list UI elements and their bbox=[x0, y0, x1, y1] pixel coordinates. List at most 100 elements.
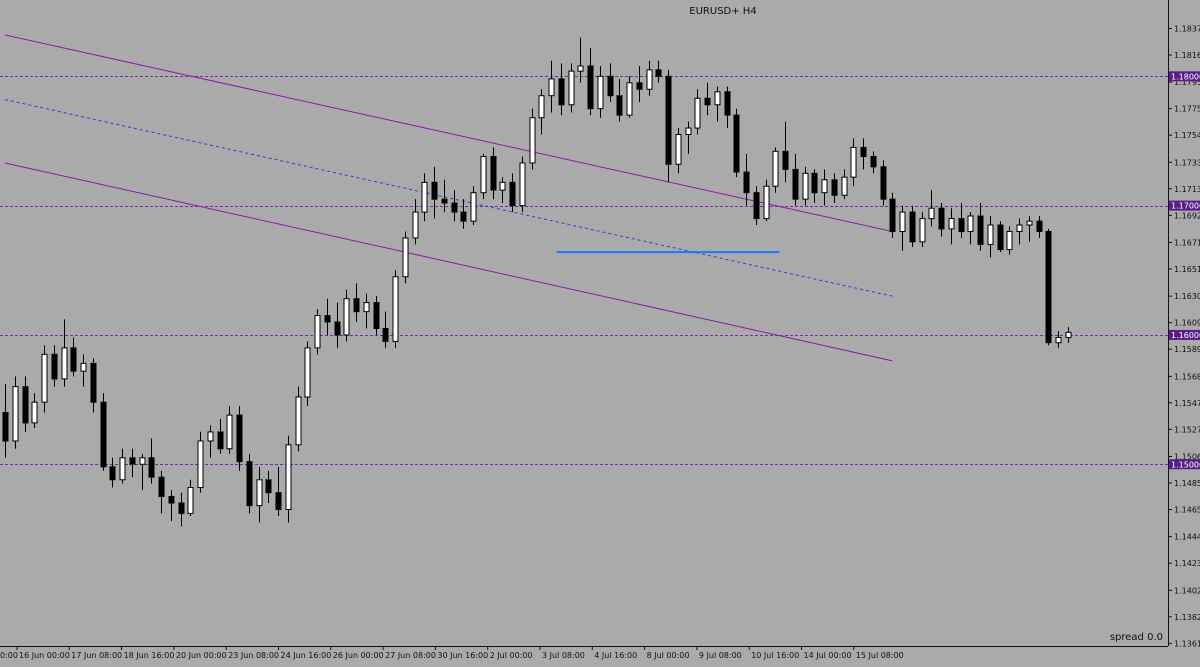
time-tick-label: 2 Jul 00:00 bbox=[490, 651, 533, 660]
candle-body-down bbox=[148, 457, 155, 478]
candle-body-down bbox=[665, 75, 672, 165]
candle-body-down bbox=[558, 78, 565, 106]
candle-body-down bbox=[636, 82, 643, 90]
price-tick-label: 1.14235 bbox=[1174, 559, 1200, 568]
price-tick-label: 1.17335 bbox=[1174, 158, 1200, 167]
candle-body-up bbox=[392, 276, 399, 342]
price-tick-label: 1.15680 bbox=[1174, 372, 1200, 381]
level-tag-label: 1.17000 bbox=[1171, 202, 1200, 211]
candle-body-up bbox=[948, 218, 955, 230]
candle-body-up bbox=[12, 386, 19, 442]
candle-body-down bbox=[324, 315, 331, 323]
price-tick-label: 1.17750 bbox=[1174, 105, 1200, 114]
candle-body-down bbox=[1045, 230, 1052, 344]
candle-body-up bbox=[402, 237, 409, 278]
time-tick-label: 27 Jun 08:00 bbox=[385, 651, 436, 660]
candle bbox=[568, 63, 575, 113]
candle-body-up bbox=[850, 146, 857, 178]
candle-body-down bbox=[451, 202, 458, 213]
time-tick-label: 8 Jul 00:00 bbox=[647, 651, 690, 660]
price-tick-label: 1.14650 bbox=[1174, 506, 1200, 515]
price-tick-label: 1.16300 bbox=[1174, 292, 1200, 301]
candle-body-up bbox=[499, 181, 506, 191]
candle-body-up bbox=[1006, 230, 1013, 251]
candle bbox=[889, 192, 896, 238]
candle bbox=[100, 393, 107, 471]
price-tick-label: 1.14855 bbox=[1174, 479, 1200, 488]
candle-body-up bbox=[841, 176, 848, 196]
candle-body-up bbox=[139, 457, 146, 465]
time-axis: 0:00 16 Jun 00:00 17 Jun 08:00 18 Jun 16:00… bbox=[0, 646, 904, 660]
candle-body-up bbox=[646, 69, 653, 90]
candle-body-up bbox=[899, 211, 906, 232]
candle-body-up bbox=[285, 444, 292, 511]
candle bbox=[997, 221, 1004, 253]
time-tick-label: 16 Jun 00:00 bbox=[19, 651, 70, 660]
time-tick-label: 9 Jul 08:00 bbox=[699, 651, 742, 660]
candle-body-down bbox=[733, 114, 740, 173]
candle-body-up bbox=[626, 82, 633, 116]
candle bbox=[41, 345, 48, 413]
level-tag-label: 1.16000 bbox=[1171, 331, 1200, 340]
candle-body-down bbox=[704, 97, 711, 106]
time-tick-label: 4 Jul 16:00 bbox=[594, 651, 637, 660]
time-tick-label: 17 Jun 08:00 bbox=[71, 651, 122, 660]
candle-body-down bbox=[938, 207, 945, 230]
price-tick-label: 1.13615 bbox=[1174, 639, 1200, 648]
candle-body-down bbox=[958, 218, 965, 232]
candle-body-down bbox=[246, 461, 253, 507]
price-tick-label: 1.17545 bbox=[1174, 131, 1200, 140]
candle-body-up bbox=[763, 185, 770, 220]
candle-body-up bbox=[1055, 337, 1062, 344]
time-tick-label: 0:00 bbox=[0, 651, 18, 660]
candle bbox=[402, 231, 409, 284]
price-tick-label: 1.13820 bbox=[1174, 613, 1200, 622]
time-tick-label: 10 Jul 16:00 bbox=[751, 651, 799, 660]
candle-body-down bbox=[109, 466, 116, 481]
price-tick-label: 1.16715 bbox=[1174, 238, 1200, 247]
time-tick-label: 24 Jun 16:00 bbox=[281, 651, 332, 660]
price-tick-label: 1.18165 bbox=[1174, 51, 1200, 60]
chart-area[interactable]: 1.183701.181651.179551.177501.175451.173… bbox=[0, 0, 1200, 663]
price-tick-label: 1.14025 bbox=[1174, 586, 1200, 595]
candle-body-up bbox=[363, 302, 370, 313]
time-tick-label: 15 Jul 08:00 bbox=[856, 651, 904, 660]
candle-body-down bbox=[880, 166, 887, 200]
candle bbox=[626, 76, 633, 118]
chart-title: EURUSD+ H4 bbox=[689, 6, 756, 17]
level-tag-label: 1.18000 bbox=[1171, 72, 1200, 81]
candle-body-down bbox=[373, 302, 380, 329]
candle-body-up bbox=[675, 134, 682, 165]
candle-body-up bbox=[568, 70, 575, 106]
candle-body-up bbox=[61, 347, 68, 380]
candle-body-down bbox=[977, 215, 984, 245]
candle bbox=[772, 147, 779, 193]
candle-body-up bbox=[197, 440, 204, 489]
candle-body-down bbox=[275, 492, 282, 511]
candle-body-down bbox=[70, 347, 77, 372]
candle-body-down bbox=[431, 181, 438, 200]
candle-body-down bbox=[100, 401, 107, 468]
candle bbox=[519, 156, 526, 213]
candle-body-up bbox=[412, 211, 419, 239]
candle-body-down bbox=[889, 198, 896, 232]
candle-body-up bbox=[597, 75, 604, 110]
candle bbox=[880, 160, 887, 206]
candle-body-down bbox=[607, 75, 614, 97]
candle-body-up bbox=[256, 479, 263, 507]
candle-body-down bbox=[236, 414, 243, 463]
candle-body-up bbox=[1065, 331, 1072, 339]
candle-body-up bbox=[714, 91, 721, 106]
candle bbox=[246, 453, 253, 514]
candle-body-up bbox=[314, 315, 321, 349]
candle-body-up bbox=[538, 95, 545, 119]
candle bbox=[763, 179, 770, 222]
candle-body-down bbox=[743, 171, 750, 194]
plot-background bbox=[0, 0, 1168, 646]
candle-body-down bbox=[831, 179, 838, 196]
candle-body-down bbox=[382, 327, 389, 342]
candle-body-down bbox=[753, 192, 760, 220]
candle-body-up bbox=[470, 192, 477, 222]
candle-body-down bbox=[860, 146, 867, 157]
candle-body-down bbox=[1036, 220, 1043, 232]
